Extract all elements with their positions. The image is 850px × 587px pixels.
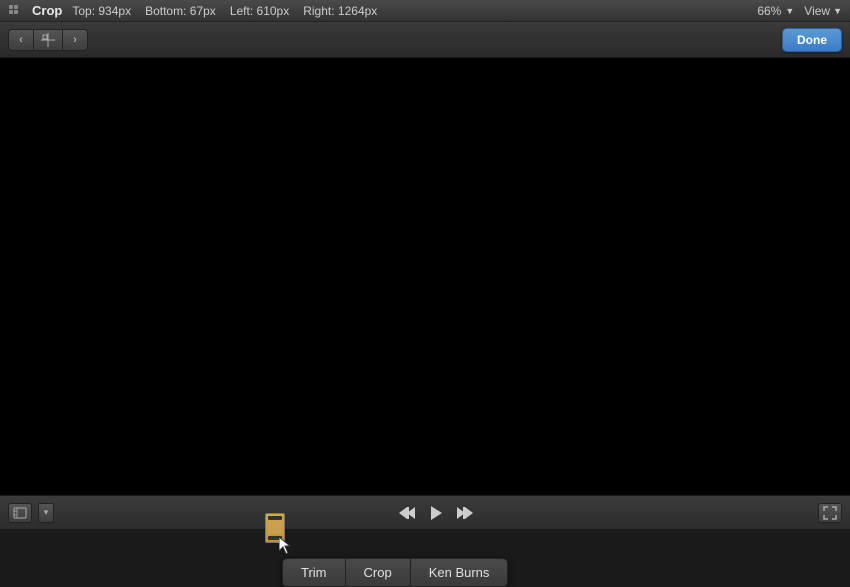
- back-button[interactable]: ‹: [8, 29, 34, 51]
- crop-info: Top: 934px Bottom: 67px Left: 610px Righ…: [72, 4, 377, 18]
- top-label: Top: 934px: [72, 4, 131, 18]
- film-clip[interactable]: [265, 513, 287, 545]
- forward-button[interactable]: ›: [62, 29, 88, 51]
- app-icon: [8, 4, 22, 18]
- right-label: Right: 1264px: [303, 4, 377, 18]
- fast-forward-button[interactable]: [454, 504, 476, 522]
- left-label: Left: 610px: [230, 4, 289, 18]
- done-button[interactable]: Done: [782, 28, 842, 52]
- clip-view-dropdown[interactable]: ▾: [38, 503, 54, 523]
- context-menu-crop[interactable]: Crop: [346, 559, 411, 586]
- nav-button-group: ‹ ›: [8, 29, 88, 51]
- top-menu-bar: Crop Top: 934px Bottom: 67px Left: 610px…: [0, 0, 850, 22]
- rewind-button[interactable]: [396, 504, 418, 522]
- toolbar: ‹ › Done: [0, 22, 850, 58]
- bottom-label: Bottom: 67px: [145, 4, 216, 18]
- bottom-bar: ▾: [0, 495, 850, 529]
- top-bar-title: Crop: [32, 3, 62, 18]
- play-button[interactable]: [426, 503, 446, 523]
- cursor-icon: [279, 537, 293, 560]
- context-menu-ken-burns[interactable]: Ken Burns: [411, 559, 508, 586]
- view-menu[interactable]: View ▼: [804, 4, 842, 18]
- context-menu-trim[interactable]: Trim: [283, 559, 346, 586]
- center-button[interactable]: [34, 29, 62, 51]
- transport-controls: [396, 503, 476, 523]
- dropdown-arrow-icon: ▾: [44, 507, 49, 518]
- context-menu: Trim Crop Ken Burns: [282, 558, 508, 587]
- zoom-level[interactable]: 66% ▼: [757, 4, 794, 18]
- clip-view-button[interactable]: [8, 503, 32, 523]
- canvas-area: Trim Crop Ken Burns: [0, 58, 850, 495]
- expand-button[interactable]: [818, 503, 842, 523]
